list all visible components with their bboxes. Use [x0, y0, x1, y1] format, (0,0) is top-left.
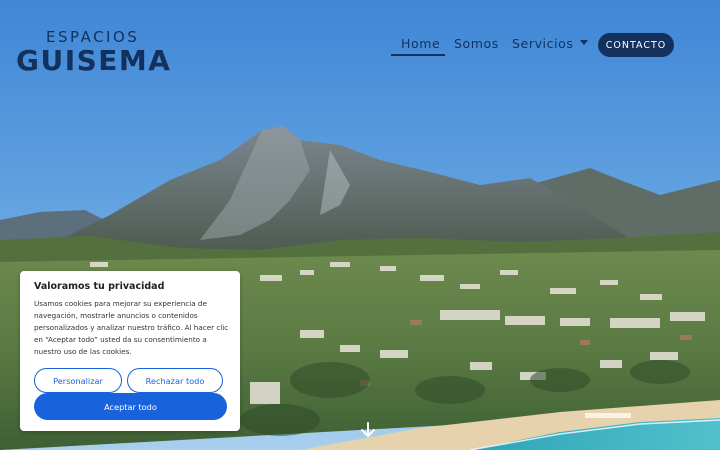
reject-all-button[interactable]: Rechazar todo: [127, 368, 223, 393]
nav-item-servicios[interactable]: Servicios: [512, 36, 588, 51]
contact-button[interactable]: CONTACTO: [598, 33, 674, 57]
arrow-down-icon[interactable]: [361, 422, 375, 438]
cookie-title: Valoramos tu privacidad: [34, 281, 165, 292]
cookie-description: Usamos cookies para mejorar su experienc…: [34, 299, 229, 356]
customize-button[interactable]: Personalizar: [34, 368, 122, 393]
nav-item-home[interactable]: Home: [401, 36, 440, 51]
cookie-consent-banner: Valoramos tu privacidad Usamos cookies p…: [20, 271, 240, 431]
nav-item-servicios-label: Servicios: [512, 36, 574, 51]
accept-all-button[interactable]: Aceptar todo: [34, 393, 227, 420]
site-header: ESPACIOS GUISEMA Home Somos Servicios CO…: [0, 0, 720, 90]
nav-item-somos[interactable]: Somos: [454, 36, 499, 51]
chevron-down-icon: [579, 40, 588, 45]
active-nav-underline: [391, 54, 445, 56]
